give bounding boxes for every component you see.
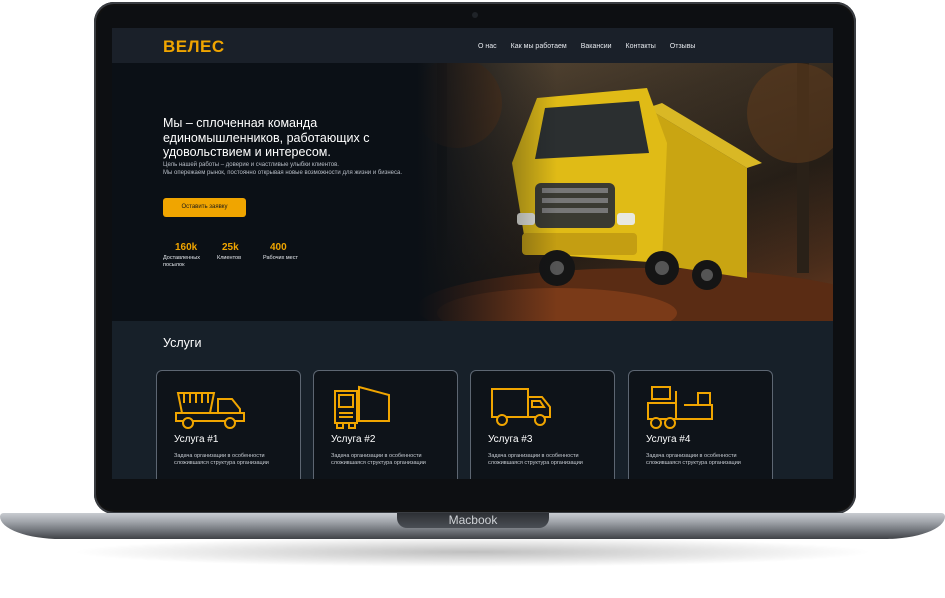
hero-description: Цель нашей работы – доверие и счастливые…	[163, 162, 403, 177]
stat-parcels: 160k Доставленных посылок	[163, 242, 213, 269]
stat-label: Клиентов	[217, 255, 242, 261]
nav-reviews[interactable]: Отзывы	[670, 43, 696, 50]
services-section: Услуги Услуга #1 Задача организации в ос…	[112, 321, 833, 479]
nav-contacts[interactable]: Контакты	[626, 43, 656, 50]
delivery-truck-icon	[491, 388, 551, 426]
website-screen: ВЕЛЕС О нас Как мы работаем Вакансии Кон…	[112, 28, 833, 479]
stat-jobs: 400 Рабочих мест	[263, 242, 298, 262]
service-title: Услуга #4	[646, 434, 691, 445]
semi-truck-icon	[334, 385, 390, 429]
photo-fade	[417, 63, 557, 321]
service-text: Задача организации в особенности сложивш…	[646, 453, 741, 466]
stat-value: 25k	[222, 242, 239, 253]
top-navbar: ВЕЛЕС О нас Как мы работаем Вакансии Кон…	[112, 28, 833, 63]
main-nav: О нас Как мы работаем Вакансии Контакты …	[478, 43, 709, 50]
service-title: Услуга #3	[488, 434, 533, 445]
hero-description-line-2: Мы опережаем рынок, постоянно открывая н…	[163, 169, 403, 176]
stat-clients: 25k Клиентов	[217, 242, 241, 262]
dump-truck-icon	[175, 392, 245, 429]
camera	[472, 12, 478, 18]
stat-label: Рабочих мест	[263, 255, 298, 261]
logo[interactable]: ВЕЛЕС	[163, 37, 225, 57]
request-button[interactable]: Оставить заявку	[163, 198, 246, 217]
service-text: Задача организации в особенности сложивш…	[331, 453, 426, 466]
hero-section: Мы – сплоченная команда единомышленников…	[112, 58, 833, 348]
hero-title: Мы – сплоченная команда единомышленников…	[163, 116, 370, 159]
nav-how-we-work[interactable]: Как мы работаем	[511, 43, 567, 50]
service-text: Задача организации в особенности сложивш…	[174, 453, 269, 466]
device-label: Macbook	[397, 513, 549, 528]
service-card-1[interactable]: Услуга #1 Задача организации в особеннос…	[156, 370, 301, 479]
service-card-2[interactable]: Услуга #2 Задача организации в особеннос…	[313, 370, 458, 479]
stat-value: 400	[270, 242, 287, 253]
service-text: Задача организации в особенности сложивш…	[488, 453, 583, 466]
services-title: Услуги	[163, 336, 202, 350]
service-title: Услуга #1	[174, 434, 219, 445]
stat-value: 160k	[175, 242, 198, 253]
nav-vacancies[interactable]: Вакансии	[581, 43, 612, 50]
service-card-4[interactable]: Услуга #4 Задача организации в особеннос…	[628, 370, 773, 479]
service-card-3[interactable]: Услуга #3 Задача организации в особеннос…	[470, 370, 615, 479]
nav-about[interactable]: О нас	[478, 43, 497, 50]
forklift-icon	[647, 386, 713, 429]
service-title: Услуга #2	[331, 434, 376, 445]
laptop-shadow	[70, 537, 875, 567]
hero-description-line-1: Цель нашей работы – доверие и счастливые…	[163, 162, 339, 168]
stat-label: Доставленных посылок	[163, 255, 200, 268]
